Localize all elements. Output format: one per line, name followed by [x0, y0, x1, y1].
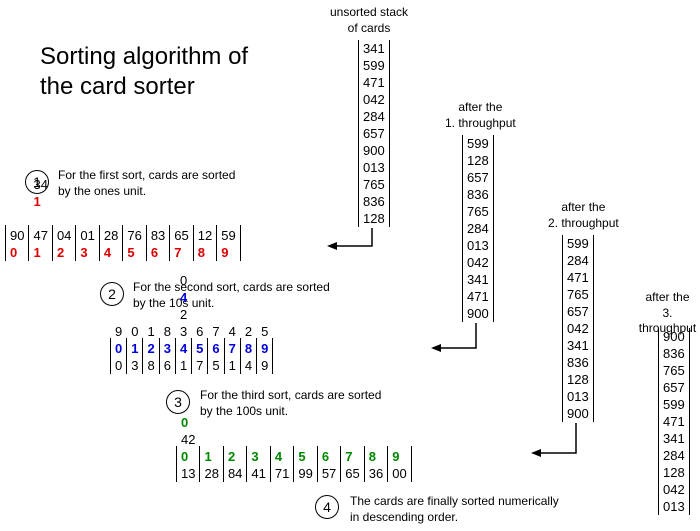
bin: 900: [387, 446, 411, 482]
bin: 341: [246, 446, 270, 482]
bin: 599: [216, 225, 240, 261]
bin: 284: [223, 446, 247, 482]
bin: 341471: [28, 225, 52, 261]
label-after2: after the2. throughput: [548, 200, 619, 231]
bin: 013: [126, 338, 143, 374]
arrow: [431, 323, 481, 354]
bin: 657: [169, 225, 193, 261]
bins-pass-1: 900341471042013284765836657128599: [5, 225, 241, 261]
bin: 765: [207, 338, 224, 374]
bin: 013: [75, 225, 99, 261]
step-marker-n4: 4: [315, 495, 339, 519]
step-desc-n2: For the second sort, cards are sortedby …: [133, 280, 330, 311]
bin: 128: [142, 338, 159, 374]
bin: 765: [340, 446, 364, 482]
step-marker-n2: 2: [100, 282, 124, 306]
bin: 042: [52, 225, 76, 261]
bin: 900: [110, 338, 127, 374]
bin: 471: [270, 446, 294, 482]
label-after1: after the1. throughput: [445, 100, 516, 131]
bin: 836: [159, 338, 176, 374]
bin: 765: [122, 225, 146, 261]
label-unsorted: unsorted stackof cards: [330, 5, 408, 36]
bin: 657: [191, 338, 208, 374]
stack-3: 900 836 765 657 599 471 341 284 128 042 …: [658, 328, 690, 515]
bin: 284: [240, 338, 257, 374]
bin: 042341: [175, 338, 192, 374]
page-title: Sorting algorithm ofthe card sorter: [40, 42, 248, 102]
bin: 042013: [176, 446, 200, 482]
bin: 471: [224, 338, 241, 374]
arrow: [327, 228, 377, 252]
stack-2: 599 284 471 765 657 042 341 836 128 013 …: [562, 235, 594, 422]
bin: 657: [317, 446, 341, 482]
bin: 128: [199, 446, 223, 482]
bin: 284: [99, 225, 123, 261]
bin: 599: [256, 338, 273, 374]
step-desc-n1: For the first sort, cards are sortedby t…: [58, 168, 235, 199]
stack-1: 599 128 657 836 765 284 013 042 341 471 …: [462, 135, 494, 322]
bin: 900: [5, 225, 29, 261]
step-desc-n3: For the third sort, cards are sortedby t…: [200, 388, 381, 419]
bin: 836: [146, 225, 170, 261]
bin: 128: [193, 225, 217, 261]
arrow: [531, 423, 581, 459]
stack-0: 341 599 471 042 284 657 900 013 765 836 …: [358, 40, 390, 227]
step-desc-n4: The cards are finally sorted numerically…: [350, 494, 559, 525]
bins-pass-2: 900013128836042341657765471284599: [110, 338, 273, 374]
bin: 836: [364, 446, 388, 482]
bin: 599: [293, 446, 317, 482]
bins-pass-3: 042013128284341471599657765836900: [176, 446, 412, 482]
step-marker-n3: 3: [166, 390, 190, 414]
